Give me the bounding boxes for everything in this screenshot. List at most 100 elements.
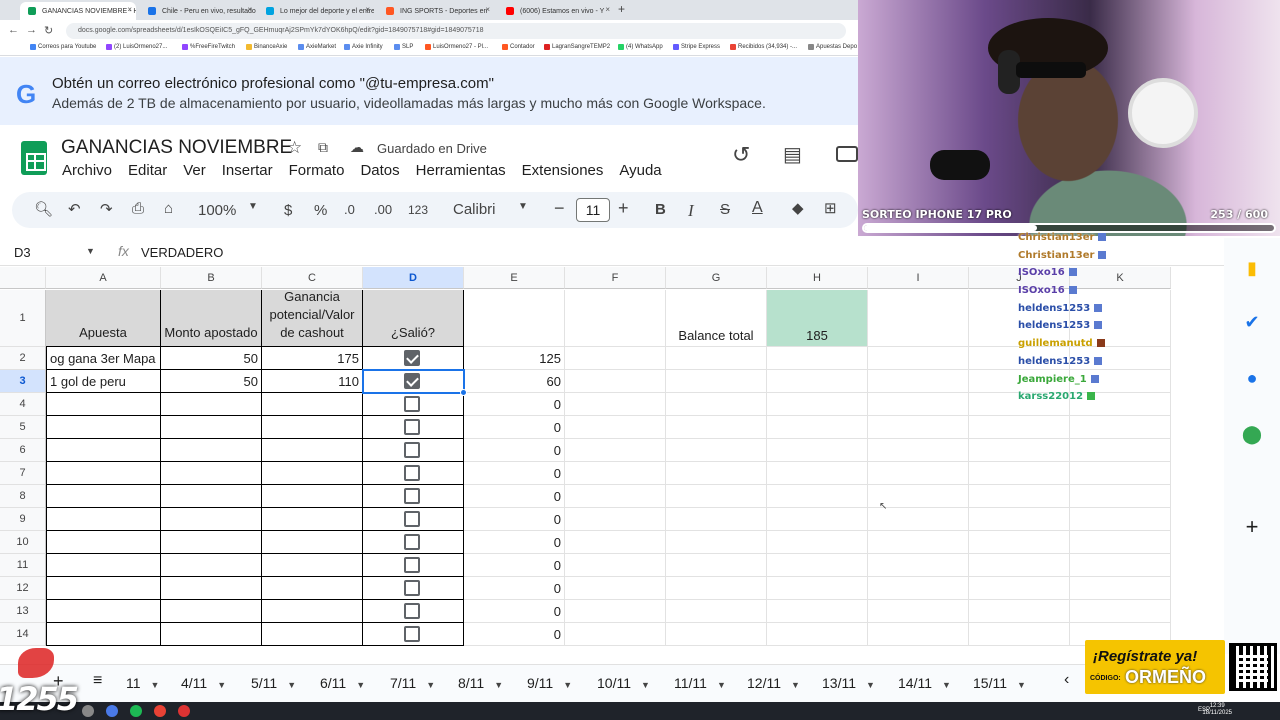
cell-e[interactable]: 0: [464, 393, 565, 416]
grid-cell[interactable]: [1070, 485, 1171, 508]
cell-apuesta[interactable]: [46, 577, 161, 600]
grid-cell[interactable]: [868, 554, 969, 577]
cell-salio[interactable]: [363, 416, 464, 439]
grid-cell[interactable]: [464, 290, 565, 347]
grid-cell[interactable]: [969, 508, 1070, 531]
tab-close-icon[interactable]: ×: [485, 5, 490, 14]
bookmark-item[interactable]: Apuestas Depo: [808, 44, 857, 50]
sheet-tab[interactable]: 5/11 ▼: [251, 675, 296, 691]
maps-icon[interactable]: ⬤: [1241, 424, 1263, 446]
grid-cell[interactable]: [666, 554, 767, 577]
cell-salio[interactable]: [363, 623, 464, 646]
sheet-tab-caret-icon[interactable]: ▼: [217, 680, 226, 690]
grid-cell[interactable]: [1070, 416, 1171, 439]
row-header[interactable]: 11: [0, 554, 46, 577]
column-header-g[interactable]: G: [666, 267, 767, 289]
balance-label[interactable]: Balance total: [666, 290, 767, 347]
grid-cell[interactable]: [767, 347, 868, 370]
column-header-b[interactable]: B: [161, 267, 262, 289]
cell-ganancia[interactable]: [262, 623, 363, 646]
cell-monto[interactable]: [161, 600, 262, 623]
column-header-a[interactable]: A: [46, 267, 161, 289]
contacts-icon[interactable]: ●: [1241, 368, 1263, 390]
grid-cell[interactable]: [666, 347, 767, 370]
grid-cell[interactable]: [868, 416, 969, 439]
sheet-tab-caret-icon[interactable]: ▼: [791, 680, 800, 690]
sheet-tab-caret-icon[interactable]: ▼: [942, 680, 951, 690]
tasks-icon[interactable]: ✔: [1241, 312, 1263, 334]
row-header[interactable]: 2: [0, 347, 46, 370]
cell-salio[interactable]: [363, 462, 464, 485]
forward-icon[interactable]: →: [26, 24, 37, 36]
sheet-tab-caret-icon[interactable]: ▼: [426, 680, 435, 690]
grid-cell[interactable]: [666, 485, 767, 508]
bookmark-item[interactable]: (2) LuisOrmeno27...: [106, 44, 167, 50]
menu-herramientas[interactable]: Herramientas: [416, 162, 506, 179]
header-cell-apuesta[interactable]: Apuesta: [46, 290, 161, 347]
grid-cell[interactable]: [565, 439, 666, 462]
bookmark-item[interactable]: Stripe Express: [673, 44, 720, 50]
sheet-tab-caret-icon[interactable]: ▼: [356, 680, 365, 690]
cell-monto[interactable]: [161, 577, 262, 600]
row-header[interactable]: 6: [0, 439, 46, 462]
font-family-select[interactable]: Calibri: [453, 201, 496, 218]
grid-cell[interactable]: [565, 600, 666, 623]
sheet-tab[interactable]: 13/11 ▼: [822, 675, 875, 691]
menu-archivo[interactable]: Archivo: [62, 162, 112, 179]
menu-editar[interactable]: Editar: [128, 162, 167, 179]
browser-tab[interactable]: Lo mejor del deporte y el entre ×: [258, 2, 374, 20]
cell-e[interactable]: 60: [464, 370, 565, 393]
grid-cell[interactable]: [868, 462, 969, 485]
grid-cell[interactable]: [666, 531, 767, 554]
grid-cell[interactable]: [969, 600, 1070, 623]
browser-tab[interactable]: (6006) Estamos en vivo - Y ×: [498, 2, 614, 20]
grid-cell[interactable]: [565, 347, 666, 370]
grid-cell[interactable]: [767, 370, 868, 393]
cell-ganancia[interactable]: [262, 531, 363, 554]
cell-ganancia[interactable]: [262, 485, 363, 508]
checkbox[interactable]: [404, 488, 420, 504]
grid-cell[interactable]: [868, 347, 969, 370]
bookmark-item[interactable]: BinanceAxie: [246, 44, 287, 50]
cell-monto[interactable]: [161, 554, 262, 577]
grid-cell[interactable]: [666, 623, 767, 646]
decrease-decimals-button[interactable]: .0: [344, 202, 355, 217]
cell-monto[interactable]: 50: [161, 370, 262, 393]
checkbox[interactable]: [404, 511, 420, 527]
cell-ganancia[interactable]: [262, 462, 363, 485]
checkbox[interactable]: [404, 465, 420, 481]
tab-close-icon[interactable]: ×: [605, 5, 610, 14]
row-header[interactable]: 13: [0, 600, 46, 623]
sheets-logo-icon[interactable]: [21, 141, 47, 175]
grid-cell[interactable]: [1070, 462, 1171, 485]
browser-tab[interactable]: ING SPORTS - Deportes en ×: [378, 2, 494, 20]
grid-cell[interactable]: [565, 370, 666, 393]
cell-apuesta[interactable]: [46, 508, 161, 531]
checkbox[interactable]: [404, 442, 420, 458]
zoom-caret-icon[interactable]: ▼: [248, 201, 258, 212]
bookmark-item[interactable]: Contador: [502, 44, 535, 50]
cell-apuesta[interactable]: [46, 462, 161, 485]
grid-cell[interactable]: [1070, 508, 1171, 531]
sheet-tab-caret-icon[interactable]: ▼: [151, 680, 160, 690]
menu-datos[interactable]: Datos: [360, 162, 399, 179]
cell-salio[interactable]: [363, 577, 464, 600]
cell-monto[interactable]: [161, 393, 262, 416]
menu-extensiones[interactable]: Extensiones: [522, 162, 604, 179]
back-icon[interactable]: ←: [8, 24, 19, 36]
grid-cell[interactable]: [666, 577, 767, 600]
cell-apuesta[interactable]: [46, 600, 161, 623]
grid-cell[interactable]: [868, 439, 969, 462]
cell-salio[interactable]: [363, 554, 464, 577]
reload-icon[interactable]: ↻: [44, 24, 53, 37]
tab-close-icon[interactable]: ×: [247, 5, 252, 14]
balance-value[interactable]: 185: [767, 290, 868, 347]
grid-cell[interactable]: [767, 393, 868, 416]
grid-cell[interactable]: [767, 416, 868, 439]
grid-cell[interactable]: [969, 439, 1070, 462]
version-history-icon[interactable]: ↺: [732, 142, 750, 168]
meet-icon[interactable]: [836, 146, 858, 162]
column-header-d[interactable]: D: [363, 267, 464, 289]
grid-cell[interactable]: [565, 577, 666, 600]
row-header[interactable]: 9: [0, 508, 46, 531]
